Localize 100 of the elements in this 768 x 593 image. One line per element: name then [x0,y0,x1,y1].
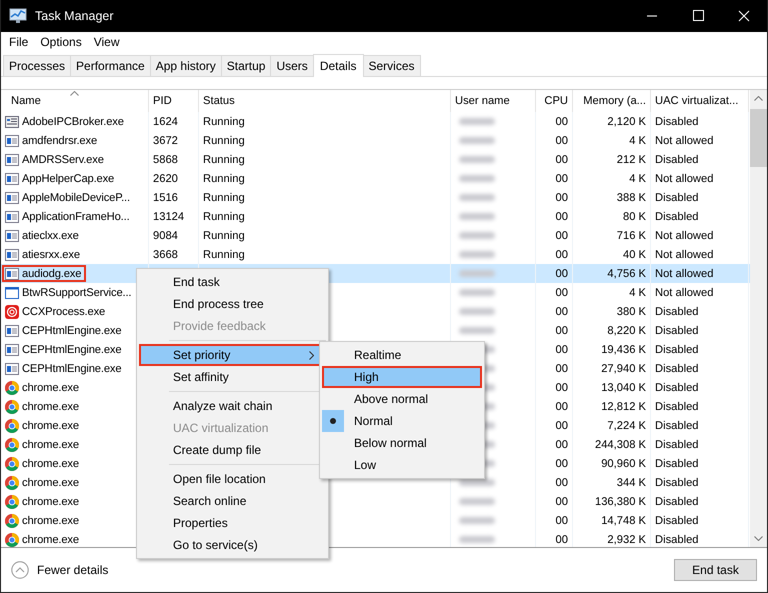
radio-dot-icon [330,418,336,424]
table-cell: 13,040 K [601,382,646,394]
blurred-text [459,156,495,163]
table-cell: Disabled [655,210,699,222]
table-cell: 3668 [153,248,178,260]
process-name: CEPHtmlEngine.exe [22,344,122,356]
program-window-icon [4,322,20,338]
menu-item[interactable]: Go to service(s) [139,534,326,556]
table-cell: Disabled [655,362,699,374]
column-header[interactable]: PID [153,95,172,107]
table-cell: 00 [556,382,568,394]
column-header[interactable]: Memory (a... [583,95,646,107]
tab[interactable]: Details [312,54,364,77]
table-cell: 7,224 K [607,420,646,432]
blurred-text [459,517,495,524]
menu-item[interactable]: View [88,35,126,49]
table-cell: 2,120 K [607,116,646,128]
column-header[interactable]: UAC virtualizat... [655,95,738,107]
scroll-down-icon[interactable] [754,536,763,541]
table-cell: 00 [556,248,568,260]
table-cell: 4 K [629,134,646,146]
table-cell: 8,220 K [607,324,646,336]
table-cell: Running [203,210,245,222]
table-cell: Disabled [655,496,699,508]
table-cell: 2620 [153,172,178,184]
column-header[interactable]: Name [11,95,41,107]
menu-item[interactable]: Search online [139,490,326,512]
menu-item[interactable]: File [3,35,34,49]
table-cell: 14,748 K [601,514,646,526]
tab[interactable]: Processes [3,55,72,76]
scroll-up-icon[interactable] [754,96,763,101]
menu-item[interactable]: Normal [322,410,482,432]
table-cell: 12,812 K [601,400,646,412]
table-cell: Not allowed [655,286,714,298]
table-cell: Disabled [655,438,699,450]
browser-icon [4,380,20,396]
table-cell: 4,756 K [607,268,646,280]
program-window-icon [4,228,20,244]
table-cell: 00 [556,230,568,242]
service-window-icon [4,114,20,130]
table-cell: 00 [556,344,568,356]
tab[interactable]: Performance [70,55,151,76]
scroll-thumb[interactable] [750,109,767,167]
tab[interactable]: Users [270,55,314,76]
program-window-icon [4,342,20,358]
table-cell: Running [203,172,245,184]
browser-icon [4,494,20,510]
menu-item[interactable]: Above normal [322,388,482,410]
table-cell: 00 [556,210,568,222]
blurred-text [459,327,495,334]
fewer-details-link[interactable]: Fewer details [11,561,108,579]
tab[interactable]: Services [362,55,421,76]
menu-item[interactable]: Options [34,35,88,49]
process-name: AppleMobileDeviceP... [22,192,130,204]
table-cell: Not allowed [655,230,714,242]
table-cell: 00 [556,476,568,488]
blurred-text [459,137,495,144]
tab[interactable]: Startup [220,55,272,76]
table-cell: Running [203,134,245,146]
table-cell: 00 [556,362,568,374]
program-window-icon [4,170,20,186]
table-cell: Disabled [655,400,699,412]
column-header[interactable]: User name [455,95,510,107]
collapse-circle-icon [11,561,29,579]
table-cell: 00 [556,268,568,280]
menu-item[interactable]: Low [322,454,482,476]
program-window-icon [4,266,20,282]
column-header[interactable]: Status [203,95,235,107]
process-name: chrome.exe [22,420,79,432]
end-task-button[interactable]: End task [674,559,757,581]
scrollbar[interactable] [750,90,767,547]
browser-icon [4,398,20,414]
blurred-text [459,232,495,239]
menu-item[interactable]: Properties [139,512,326,534]
program-window-icon [4,190,20,206]
tab[interactable]: App history [150,55,222,76]
table-cell: Disabled [655,476,699,488]
blurred-text [459,498,495,505]
table-cell: Not allowed [655,268,714,280]
column-header[interactable]: CPU [544,95,568,107]
blurred-text [459,213,495,220]
table-cell: Disabled [655,116,699,128]
menu-item[interactable]: High [322,366,482,388]
table-cell: Disabled [655,154,699,166]
table-cell: 00 [556,496,568,508]
table-cell: 5868 [153,154,178,166]
table-cell: 90,960 K [601,458,646,470]
table-cell: 27,940 K [601,362,646,374]
program-window-icon [4,360,20,376]
table-cell: Disabled [655,382,699,394]
table-cell: Running [203,230,245,242]
process-name: atiesrxx.exe [22,248,80,260]
menu-item[interactable]: End process tree [139,293,326,315]
menu-item[interactable]: Below normal [322,432,482,454]
process-name: CEPHtmlEngine.exe [22,324,122,336]
table-cell: 3672 [153,134,178,146]
table-cell: 380 K [616,306,646,318]
table-cell: 1516 [153,192,178,204]
table-cell: 4 K [629,286,646,298]
process-name: chrome.exe [22,476,79,488]
